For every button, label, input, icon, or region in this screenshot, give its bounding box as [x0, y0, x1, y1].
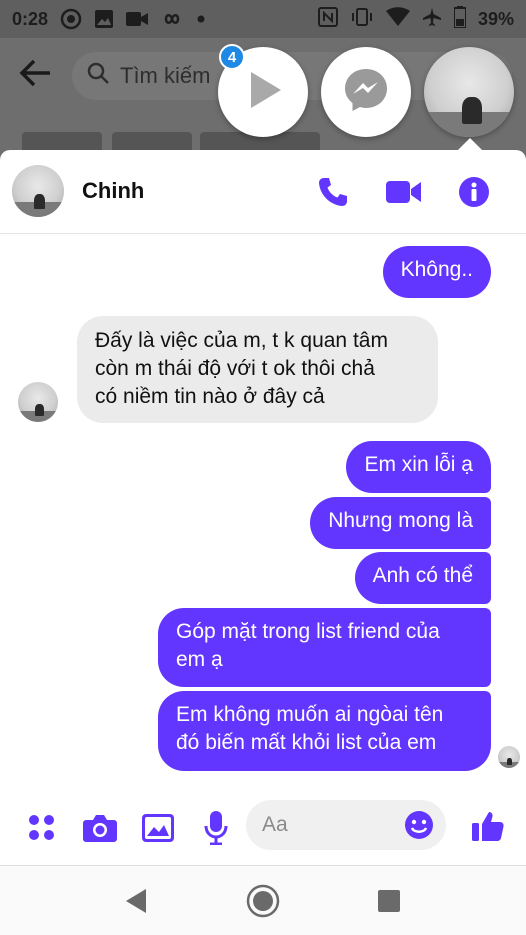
nav-recents-icon[interactable] — [377, 889, 401, 918]
battery-percent: 39% — [477, 8, 514, 29]
message-incoming[interactable]: Đấy là việc của m, t k quan tâm còn m th… — [77, 316, 438, 423]
video-icon — [126, 11, 149, 27]
apps-icon[interactable] — [28, 814, 56, 847]
seen-avatar — [498, 746, 520, 768]
battery-icon — [452, 5, 467, 33]
vibrate-icon — [350, 7, 374, 32]
message-outgoing[interactable]: Không.. — [382, 246, 491, 298]
camera-shutter-icon — [60, 8, 82, 30]
message-input[interactable]: Aa — [246, 800, 446, 850]
chathead-messenger[interactable] — [321, 47, 411, 137]
back-arrow-icon[interactable] — [18, 58, 52, 93]
system-nav-bar — [0, 865, 526, 935]
chat-header: Chinh — [0, 150, 526, 234]
search-icon — [86, 61, 110, 91]
avatar[interactable] — [12, 165, 64, 217]
chathead-pointer — [458, 138, 482, 150]
camera-icon[interactable] — [83, 814, 117, 847]
info-icon[interactable] — [458, 176, 490, 213]
nav-back-icon[interactable] — [124, 888, 148, 919]
status-bar: 0:28 39% — [0, 0, 526, 38]
airplane-icon — [422, 7, 442, 32]
unread-badge: 4 — [219, 44, 245, 70]
status-right: 39% — [317, 5, 514, 33]
dot-icon — [196, 14, 206, 24]
wifi-icon — [385, 6, 410, 32]
video-call-icon[interactable] — [386, 179, 422, 210]
status-time: 0:28 — [12, 8, 49, 29]
mic-icon[interactable] — [204, 811, 228, 850]
message-outgoing[interactable]: Góp mặt trong list friend của em ạ — [158, 608, 491, 687]
emoji-icon[interactable] — [404, 810, 434, 846]
infinity-icon — [160, 12, 184, 26]
play-icon — [241, 68, 285, 117]
message-input-placeholder: Aa — [262, 813, 288, 836]
search-placeholder: Tìm kiếm — [120, 63, 211, 88]
sender-avatar[interactable] — [18, 382, 58, 422]
message-outgoing[interactable]: Em không muốn ai ngòai tên đó biến mất k… — [158, 691, 491, 771]
nav-home-icon[interactable] — [246, 884, 280, 923]
chat-panel: Chinh Không.. Đấy là việc của m, t k qua… — [0, 150, 526, 865]
message-outgoing[interactable]: Nhưng mong là — [310, 497, 491, 549]
phone-icon[interactable] — [317, 176, 349, 213]
message-outgoing[interactable]: Em xin lỗi ạ — [346, 441, 491, 493]
image-icon — [94, 9, 114, 29]
gallery-icon[interactable] — [142, 814, 174, 847]
message-composer: Aa — [0, 796, 526, 860]
contact-name[interactable]: Chinh — [82, 178, 144, 204]
message-outgoing[interactable]: Anh có thể — [354, 552, 491, 604]
nfc-icon — [317, 6, 338, 32]
chathead-avatar-chinh[interactable] — [424, 47, 514, 137]
messenger-icon — [342, 66, 390, 119]
like-icon[interactable] — [472, 810, 504, 847]
